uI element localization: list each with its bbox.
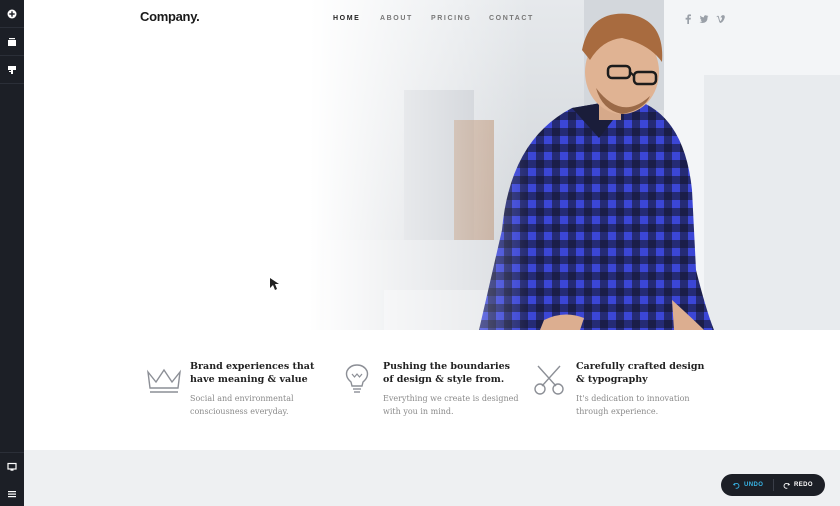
feature-item: Pushing the boundaries of design & style… [339, 360, 519, 430]
layers-icon [8, 37, 16, 46]
pages-button[interactable] [0, 28, 24, 56]
nav-contact[interactable]: CONTACT [489, 15, 534, 22]
nav-home[interactable]: HOME [333, 15, 360, 22]
monitor-icon [7, 462, 17, 471]
hero-image [24, 0, 840, 330]
undo-label: UNDO [744, 482, 764, 488]
menu-button[interactable] [0, 480, 24, 506]
redo-icon [783, 482, 790, 489]
feature-title: Brand experiences that have meaning & va… [190, 361, 315, 385]
undo-icon [733, 482, 740, 489]
lightbulb-icon [345, 364, 369, 393]
hero-section: Company. HOME ABOUT PRICING CONTACT [24, 0, 840, 330]
add-element-button[interactable] [0, 0, 24, 28]
twitter-icon [699, 15, 709, 23]
page-canvas: Company. HOME ABOUT PRICING CONTACT Bran… [24, 0, 840, 506]
feature-text: It's dedication to innovation through ex… [576, 394, 690, 416]
feature-text: Everything we create is designed with yo… [383, 394, 519, 416]
next-section [24, 450, 840, 506]
theme-button[interactable] [0, 56, 24, 84]
menu-icon [8, 491, 16, 498]
redo-button[interactable]: REDO [783, 474, 813, 496]
nav-about[interactable]: ABOUT [380, 15, 413, 22]
facebook-link[interactable] [684, 14, 692, 24]
redo-label: REDO [794, 482, 813, 488]
preview-button[interactable] [0, 452, 24, 480]
feature-title: Carefully crafted design & typography [576, 361, 705, 385]
add-icon [7, 9, 17, 18]
history-divider [773, 479, 774, 491]
twitter-link[interactable] [699, 14, 709, 24]
features-section: Brand experiences that have meaning & va… [24, 330, 840, 450]
nav-pricing[interactable]: PRICING [431, 15, 471, 22]
feature-text: Social and environmental consciousness e… [190, 394, 294, 416]
scissors-icon [534, 365, 564, 395]
crown-icon [146, 368, 182, 393]
theme-icon [8, 65, 16, 74]
feature-item: Brand experiences that have meaning & va… [146, 360, 326, 430]
feature-item: Carefully crafted design & typography It… [532, 360, 712, 430]
feature-title: Pushing the boundaries of design & style… [383, 361, 511, 385]
history-controls: UNDO REDO [721, 474, 825, 496]
vimeo-link[interactable] [716, 14, 726, 24]
vimeo-icon [716, 15, 725, 23]
editor-sidebar [0, 0, 24, 506]
facebook-icon [685, 14, 691, 24]
undo-button[interactable]: UNDO [733, 474, 763, 496]
